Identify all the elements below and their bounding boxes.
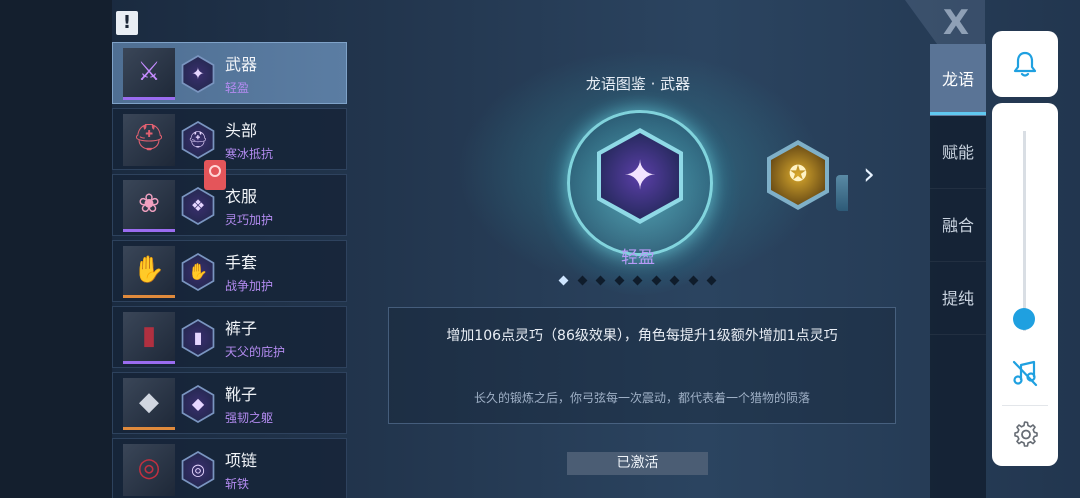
equip-slot-weapon[interactable]: ⚔ ✦ 武器 轻盈 — [112, 42, 347, 104]
rune-hex-icon: ◎ — [181, 451, 215, 489]
right-tab-bar: 龙语 赋能 融合 提纯 — [930, 44, 986, 498]
alert-icon[interactable]: ! — [116, 11, 138, 35]
page-dot[interactable] — [558, 275, 569, 286]
helmet-icon: ⛑ — [123, 114, 175, 166]
activated-status: 已激活 — [567, 452, 708, 475]
boots-icon: ◆ — [123, 378, 175, 430]
equip-slot-gloves[interactable]: ✋ ✋ 手套 战争加护 — [112, 240, 347, 302]
rune-hex-icon: ✋ — [181, 253, 215, 291]
gear-icon[interactable] — [1012, 421, 1038, 447]
rarity-bar — [123, 361, 175, 364]
effect-description: 增加106点灵巧（86级效果），角色每提升1级额外增加1点灵巧 — [446, 328, 838, 344]
rune-hex-icon: ⛑ — [181, 121, 215, 159]
equip-effect: 斩铁 — [225, 477, 250, 491]
page-dot[interactable] — [706, 275, 717, 286]
equip-name: 靴子 — [225, 385, 258, 404]
equip-effect: 寒冰抵抗 — [225, 147, 274, 161]
rune-hex-icon: ❖ — [181, 187, 215, 225]
tab-fusion[interactable]: 融合 — [930, 190, 986, 262]
tab-dragon-language[interactable]: 龙语 — [930, 44, 986, 116]
rune-hex-icon: ◆ — [181, 385, 215, 423]
equip-name: 头部 — [225, 121, 258, 140]
equip-slot-boots[interactable]: ◆ ◆ 靴子 强韧之躯 — [112, 372, 347, 434]
tab-purify[interactable]: 提纯 — [930, 263, 986, 335]
rarity-bar — [123, 427, 175, 430]
peek-emblem — [836, 175, 848, 211]
weapon-icon: ⚔ — [123, 48, 175, 100]
page-dot[interactable] — [577, 275, 587, 286]
rune-hex-icon: ✦ — [181, 55, 215, 93]
system-volume-panel — [992, 103, 1058, 466]
bell-icon — [1013, 51, 1037, 77]
left-edge-shade — [0, 0, 112, 498]
next-arrow-icon[interactable]: › — [856, 158, 882, 192]
volume-slider-knob[interactable] — [1013, 308, 1035, 330]
pants-icon: ▮ — [123, 312, 175, 364]
panel-divider — [1002, 405, 1048, 406]
page-dot[interactable] — [595, 275, 606, 286]
necklace-icon: ◎ — [123, 444, 175, 496]
page-dot[interactable] — [632, 275, 643, 286]
page-dot[interactable] — [688, 275, 698, 286]
equip-effect: 战争加护 — [225, 279, 274, 293]
page-indicator — [556, 275, 726, 286]
equip-effect: 轻盈 — [225, 81, 250, 95]
page-dot[interactable] — [614, 275, 624, 286]
notification-bell-button[interactable] — [992, 31, 1058, 97]
rune-hex-icon: ▮ — [181, 319, 215, 357]
music-muted-icon[interactable] — [1012, 359, 1038, 387]
gloves-icon: ✋ — [123, 246, 175, 298]
equip-name: 手套 — [225, 253, 258, 272]
flavor-text: 长久的锻炼之后，你弓弦每一次震动，都代表着一个猎物的陨落 — [473, 391, 810, 405]
equip-slot-necklace[interactable]: ◎ ◎ 项链 斩铁 — [112, 438, 347, 498]
effect-panel: 增加106点灵巧（86级效果），角色每提升1级额外增加1点灵巧 长久的锻炼之后，… — [388, 307, 896, 424]
floating-red-tag[interactable] — [204, 160, 226, 190]
equip-effect: 强韧之躯 — [225, 411, 274, 425]
equip-slot-pants[interactable]: ▮ ▮ 裤子 天父的庇护 — [112, 306, 347, 368]
emblem-name: 轻盈 — [621, 248, 655, 268]
equipment-list: ⚔ ✦ 武器 轻盈 ⛑ ⛑ 头部 寒冰抵抗 ❀ ❖ 衣服 灵巧加护 ✋ ✋ 手套… — [112, 42, 348, 498]
equip-name: 衣服 — [225, 187, 258, 206]
volume-slider[interactable] — [1023, 131, 1026, 331]
equip-effect: 天父的庇护 — [225, 345, 286, 359]
equip-slot-armor[interactable]: ❀ ❖ 衣服 灵巧加护 — [112, 174, 347, 236]
rarity-bar — [123, 295, 175, 298]
close-button[interactable]: X — [935, 4, 977, 42]
equip-slot-helmet[interactable]: ⛑ ⛑ 头部 寒冰抵抗 — [112, 108, 347, 170]
equip-name: 项链 — [225, 451, 258, 470]
equip-name: 裤子 — [225, 319, 258, 338]
rarity-bar — [123, 229, 175, 232]
codex-title: 龙语图鉴 · 武器 — [585, 75, 691, 93]
tab-empower[interactable]: 赋能 — [930, 117, 986, 189]
page-dot[interactable] — [651, 275, 661, 286]
equip-name: 武器 — [225, 55, 258, 74]
page-dot[interactable] — [669, 275, 680, 286]
equip-effect: 灵巧加护 — [225, 213, 274, 227]
armor-icon: ❀ — [123, 180, 175, 232]
rarity-bar — [123, 97, 175, 100]
